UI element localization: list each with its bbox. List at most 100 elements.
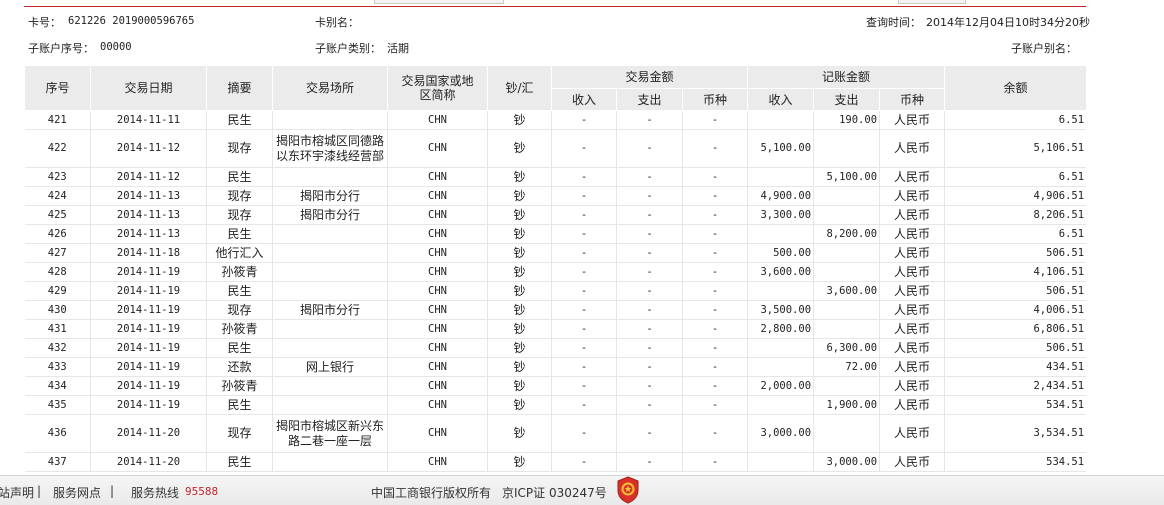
table-row: 423 2014-11-12 民生 CHN 钞 - - -5,100.00 人民币 6.51 <box>24 167 1086 187</box>
cell-cash-remit: 钞 <box>487 224 552 244</box>
cell-trade-income: - <box>551 262 617 282</box>
col-book-income: 收入 <box>747 88 815 111</box>
cell-seq: 428 <box>24 262 91 282</box>
cell-balance: 6.51 <box>944 110 1086 130</box>
cell-trade-currency: - <box>682 414 749 453</box>
top-tab[interactable] <box>374 0 504 4</box>
table-row: 426 2014-11-13 民生 CHN 钞 - - -8,200.00 人民币 6.51 <box>24 224 1086 244</box>
cell-seq: 424 <box>24 186 91 206</box>
cell-country: CHN <box>387 281 488 301</box>
sub-account-type-label: 子账户类别： <box>315 42 381 55</box>
cell-book-income: 3,000.00 <box>747 414 815 453</box>
transaction-rows: 421 2014-11-11 民生 CHN 钞 - - -190.00 人民币 6.51 422 20… <box>24 110 1086 472</box>
cell-trade-expense: - <box>616 224 683 244</box>
cell-cash-remit: 钞 <box>487 395 552 415</box>
cell-cash-remit: 钞 <box>487 300 552 320</box>
footer-hotline-label: 服务热线 <box>131 486 180 500</box>
cell-trade-expense: - <box>616 357 683 377</box>
cell-trade-currency: - <box>682 129 749 168</box>
cell-book-expense <box>813 243 881 263</box>
cell-cash-remit: 钞 <box>487 186 552 206</box>
cell-seq: 430 <box>24 300 91 320</box>
table-row: 424 2014-11-13 现存 揭阳市分行 CHN 钞 - - -4,900.00 人民币 4,… <box>24 186 1086 206</box>
cell-summary: 还款 <box>206 357 273 377</box>
cell-seq: 425 <box>24 205 91 225</box>
footer-disclaimer-link[interactable]: 站声明 <box>0 484 34 501</box>
cell-book-currency: 人民币 <box>879 452 946 472</box>
cell-place <box>272 110 388 130</box>
cell-trade-currency: - <box>682 395 749 415</box>
table-row: 421 2014-11-11 民生 CHN 钞 - - -190.00 人民币 6.51 <box>24 110 1086 130</box>
footer-hotline-number: 95588 <box>185 485 219 498</box>
cell-country: CHN <box>387 186 488 206</box>
cell-country: CHN <box>387 414 488 453</box>
cell-book-expense <box>813 414 881 453</box>
footer-icp[interactable]: 京ICP证 030247号 <box>502 484 607 501</box>
cell-summary: 民生 <box>206 452 273 472</box>
cell-date: 2014-11-13 <box>90 205 207 225</box>
cell-country: CHN <box>387 205 488 225</box>
cell-country: CHN <box>387 224 488 244</box>
police-badge-icon[interactable] <box>616 476 640 504</box>
table-row: 437 2014-11-20 民生 CHN 钞 - - -3,000.00 人民币 534.51 <box>24 452 1086 472</box>
col-book-currency: 币种 <box>879 88 946 111</box>
cell-balance: 4,006.51 <box>944 300 1086 320</box>
cell-book-expense <box>813 300 881 320</box>
cell-trade-currency: - <box>682 281 749 301</box>
table-row: 428 2014-11-19 孙筱青 CHN 钞 - - -3,600.00 人民币 4,106.… <box>24 262 1086 282</box>
cell-book-expense: 3,600.00 <box>813 281 881 301</box>
cell-place: 揭阳市榕城区同德路以东环宇漆线经营部 <box>272 129 388 168</box>
cell-trade-expense: - <box>616 110 683 130</box>
cell-date: 2014-11-19 <box>90 338 207 358</box>
cell-seq: 432 <box>24 338 91 358</box>
cell-place: 揭阳市榕城区新兴东路二巷一座一层 <box>272 414 388 453</box>
cell-place: 网上银行 <box>272 357 388 377</box>
cell-balance: 506.51 <box>944 338 1086 358</box>
card-number: 621226 2019000596765 <box>68 15 195 27</box>
cell-seq: 423 <box>24 167 91 187</box>
cell-trade-expense: - <box>616 395 683 415</box>
cell-trade-income: - <box>551 281 617 301</box>
header-row: 序号 交易日期 摘要 交易场所 交易国家或地区简称 钞/汇 交易金额 记账金额 … <box>24 65 1086 111</box>
cell-book-currency: 人民币 <box>879 281 946 301</box>
cell-place <box>272 224 388 244</box>
sub-account-type: 活期 <box>387 42 409 55</box>
cell-date: 2014-11-13 <box>90 186 207 206</box>
cell-place <box>272 243 388 263</box>
footer-outlets-link[interactable]: 服务网点 <box>53 484 101 501</box>
cell-trade-currency: - <box>682 376 749 396</box>
table-row: 427 2014-11-18 他行汇入 CHN 钞 - - -500.00 人民币 506.51 <box>24 243 1086 263</box>
cell-book-expense <box>813 376 881 396</box>
cell-trade-income: - <box>551 300 617 320</box>
cell-summary: 现存 <box>206 205 273 225</box>
cell-place: 揭阳市分行 <box>272 205 388 225</box>
sub-account-seq: 00000 <box>100 41 132 53</box>
cell-trade-income: - <box>551 224 617 244</box>
top-button[interactable] <box>898 0 966 4</box>
cell-trade-currency: - <box>682 338 749 358</box>
footer-separator: | <box>37 484 42 498</box>
transaction-table-container[interactable]: 序号 交易日期 摘要 交易场所 交易国家或地区简称 钞/汇 交易金额 记账金额 … <box>24 65 1086 475</box>
cell-summary: 民生 <box>206 110 273 130</box>
cell-trade-income: - <box>551 338 617 358</box>
table-row: 432 2014-11-19 民生 CHN 钞 - - -6,300.00 人民币 506.51 <box>24 338 1086 358</box>
cell-place <box>272 376 388 396</box>
cell-place: 揭阳市分行 <box>272 186 388 206</box>
cell-book-currency: 人民币 <box>879 129 946 168</box>
transaction-table: 序号 交易日期 摘要 交易场所 交易国家或地区简称 钞/汇 交易金额 记账金额 … <box>24 65 1086 472</box>
cell-summary: 他行汇入 <box>206 243 273 263</box>
cell-trade-expense: - <box>616 414 683 453</box>
cell-date: 2014-11-12 <box>90 129 207 168</box>
cell-book-income <box>747 395 815 415</box>
cell-country: CHN <box>387 319 488 339</box>
col-date: 交易日期 <box>90 65 207 111</box>
cell-country: CHN <box>387 395 488 415</box>
cell-date: 2014-11-19 <box>90 281 207 301</box>
cell-trade-currency: - <box>682 224 749 244</box>
card-alias-label: 卡别名： <box>315 16 359 29</box>
cell-summary: 民生 <box>206 281 273 301</box>
cell-place <box>272 338 388 358</box>
col-balance: 余额 <box>944 65 1086 111</box>
cell-book-expense: 6,300.00 <box>813 338 881 358</box>
cell-trade-expense: - <box>616 338 683 358</box>
